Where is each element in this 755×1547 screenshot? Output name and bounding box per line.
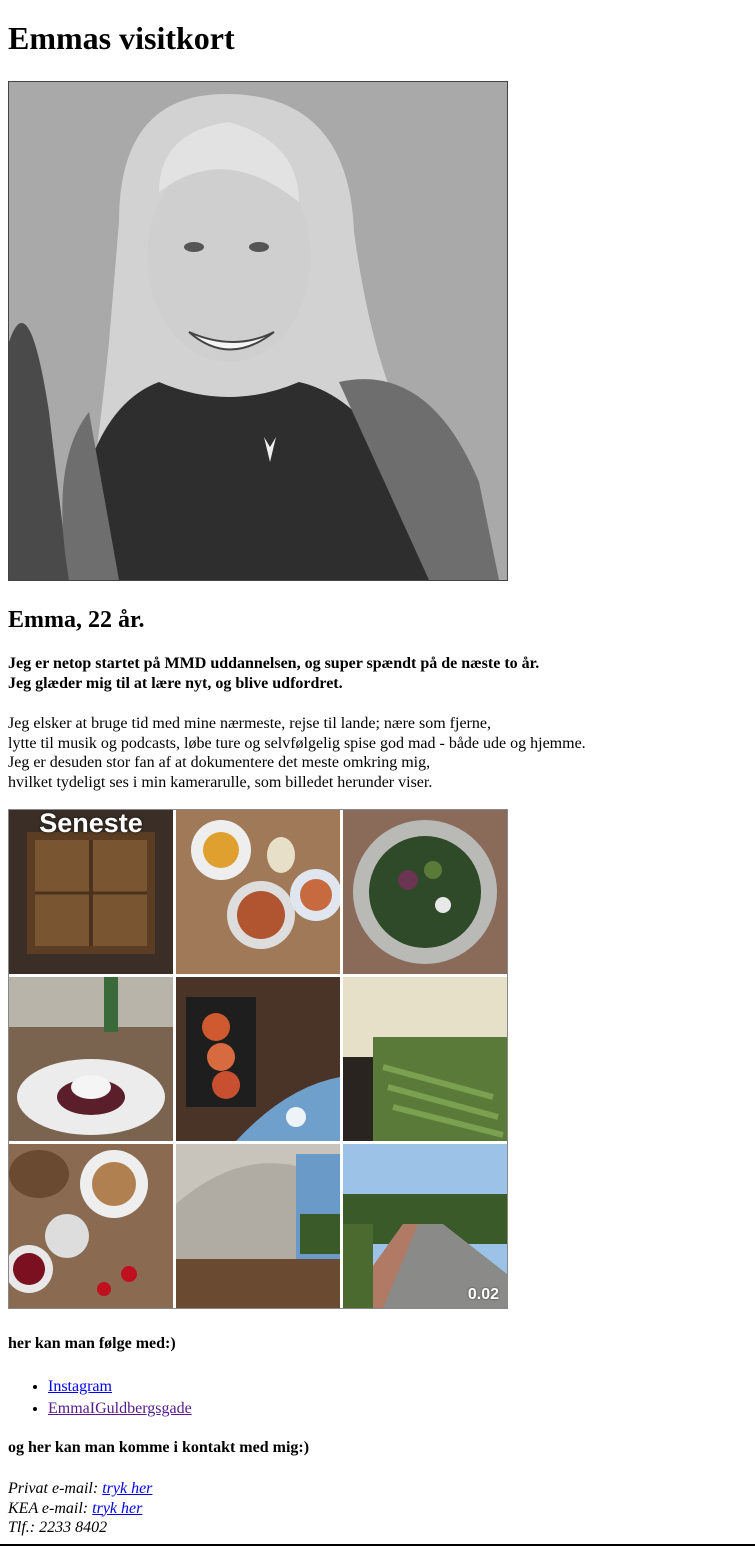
camera-roll-image: Seneste 0.02 bbox=[8, 809, 508, 1309]
intro-line: Jeg er netop startet på MMD uddannelsen,… bbox=[8, 655, 540, 672]
photo-salad bbox=[343, 810, 507, 974]
kea-email-link[interactable]: tryk her bbox=[92, 1500, 142, 1517]
profile-photo bbox=[8, 81, 508, 581]
about-line: Jeg er desuden stor fan af at dokumenter… bbox=[8, 754, 431, 771]
page-title: Emmas visitkort bbox=[8, 20, 235, 56]
private-email-row: Privat e-mail: tryk her bbox=[8, 1479, 152, 1499]
list-item: Instagram bbox=[48, 1376, 192, 1398]
photo-brunch bbox=[9, 1144, 173, 1308]
photo-takeaway bbox=[176, 977, 340, 1141]
about-line: hvilket tydeligt ses i min kamerarulle, … bbox=[8, 773, 433, 791]
kea-email-row: KEA e-mail: tryk her bbox=[8, 1499, 152, 1519]
photo-frame: Seneste bbox=[9, 810, 173, 974]
social-links-list: Instagram EmmaIGuldbergsgade bbox=[8, 1376, 192, 1420]
private-email-link[interactable]: tryk her bbox=[102, 1480, 152, 1497]
follow-heading: her kan man følge med:) bbox=[8, 1335, 176, 1352]
bottom-divider bbox=[0, 1544, 755, 1546]
private-email-label: Privat e-mail: bbox=[8, 1480, 99, 1497]
emma-guldbergsgade-link[interactable]: EmmaIGuldbergsgade bbox=[48, 1400, 192, 1417]
about-line: Jeg elsker at bruge tid med mine nærmest… bbox=[8, 715, 491, 732]
list-item: EmmaIGuldbergsgade bbox=[48, 1398, 192, 1420]
about-line: lytte til musik og podcasts, løbe ture o… bbox=[8, 734, 586, 752]
contact-heading: og her kan man komme i kontakt med mig:) bbox=[8, 1439, 310, 1456]
photo-street: 0.02 bbox=[343, 1144, 507, 1308]
phone-number: Tlf.: 2233 8402 bbox=[8, 1519, 108, 1536]
photo-breakfast bbox=[176, 810, 340, 974]
intro-line: Jeg glæder mig til at lære nyt, og blive… bbox=[8, 675, 343, 692]
photo-window bbox=[176, 1144, 340, 1308]
kea-email-label: KEA e-mail: bbox=[8, 1499, 89, 1517]
about-text: Jeg elsker at bruge tid med mine nærmest… bbox=[8, 714, 586, 792]
photo-asparagus bbox=[343, 977, 507, 1141]
contact-info: Privat e-mail: tryk her KEA e-mail: tryk… bbox=[8, 1479, 152, 1538]
intro-text: Jeg er netop startet på MMD uddannelsen,… bbox=[8, 654, 539, 694]
instagram-link[interactable]: Instagram bbox=[48, 1378, 112, 1395]
name-age-heading: Emma, 22 år. bbox=[8, 607, 145, 633]
photo-dessert bbox=[9, 977, 173, 1141]
album-label: Seneste bbox=[39, 810, 143, 838]
video-duration: 0.02 bbox=[467, 1286, 499, 1303]
